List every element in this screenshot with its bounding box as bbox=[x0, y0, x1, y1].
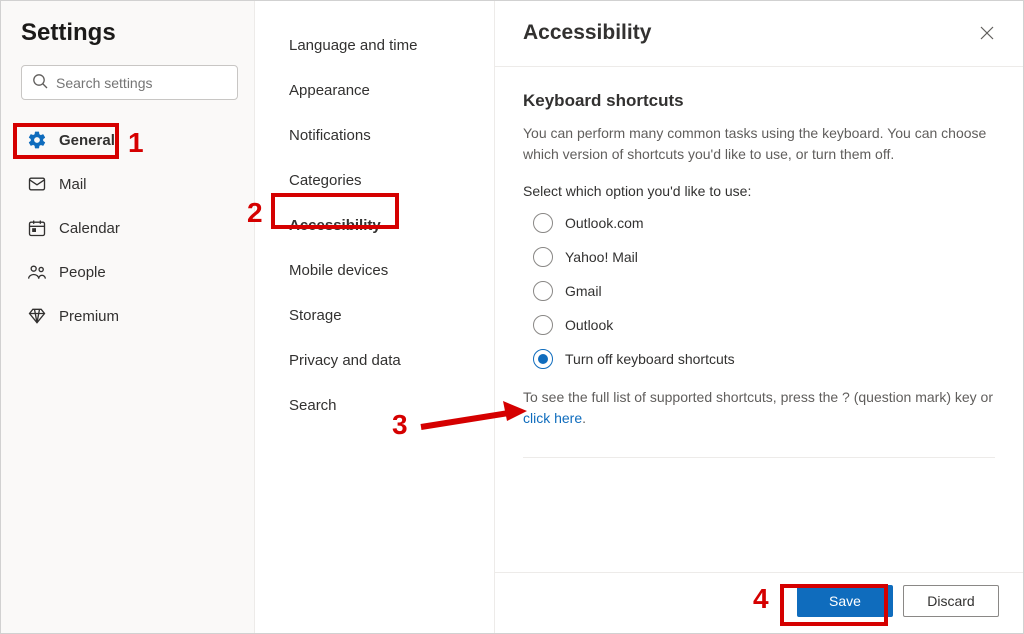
people-icon bbox=[27, 262, 47, 282]
submenu-notifications[interactable]: Notifications bbox=[255, 113, 494, 158]
search-icon bbox=[32, 73, 48, 92]
panel-title: Accessibility bbox=[523, 21, 651, 45]
nav-calendar[interactable]: Calendar bbox=[21, 210, 238, 246]
submenu-privacy[interactable]: Privacy and data bbox=[255, 338, 494, 383]
nav-label: General bbox=[59, 132, 115, 149]
radio-label: Outlook bbox=[565, 317, 613, 333]
discard-button[interactable]: Discard bbox=[903, 585, 999, 617]
radio-icon bbox=[533, 213, 553, 233]
radio-outlook[interactable]: Outlook bbox=[533, 315, 995, 335]
nav-label: Mail bbox=[59, 176, 87, 193]
submenu-mobile[interactable]: Mobile devices bbox=[255, 248, 494, 293]
nav-label: Premium bbox=[59, 308, 119, 325]
radio-label: Yahoo! Mail bbox=[565, 249, 638, 265]
detail-panel: Accessibility Keyboard shortcuts You can… bbox=[495, 1, 1023, 633]
nav-label: Calendar bbox=[59, 220, 120, 237]
help-prefix: To see the full list of supported shortc… bbox=[523, 389, 993, 405]
radio-icon bbox=[533, 315, 553, 335]
submenu: Language and time Appearance Notificatio… bbox=[255, 1, 495, 633]
help-text: To see the full list of supported shortc… bbox=[523, 387, 995, 429]
radio-yahoo[interactable]: Yahoo! Mail bbox=[533, 247, 995, 267]
radio-label: Outlook.com bbox=[565, 215, 644, 231]
submenu-storage[interactable]: Storage bbox=[255, 293, 494, 338]
search-input[interactable] bbox=[56, 75, 237, 91]
premium-icon bbox=[27, 306, 47, 326]
section-desc: You can perform many common tasks using … bbox=[523, 123, 995, 165]
radio-gmail[interactable]: Gmail bbox=[533, 281, 995, 301]
radio-icon bbox=[533, 281, 553, 301]
radio-prompt: Select which option you'd like to use: bbox=[523, 183, 995, 199]
calendar-icon bbox=[27, 218, 47, 238]
submenu-accessibility[interactable]: Accessibility bbox=[255, 203, 494, 248]
submenu-categories[interactable]: Categories bbox=[255, 158, 494, 203]
nav-general[interactable]: General bbox=[21, 122, 238, 158]
settings-sidebar: Settings General Mail Calendar bbox=[1, 1, 255, 633]
radio-icon bbox=[533, 247, 553, 267]
radio-outlook-com[interactable]: Outlook.com bbox=[533, 213, 995, 233]
close-button[interactable] bbox=[975, 21, 999, 48]
submenu-search[interactable]: Search bbox=[255, 383, 494, 428]
radio-turn-off[interactable]: Turn off keyboard shortcuts bbox=[533, 349, 995, 369]
settings-title: Settings bbox=[21, 19, 238, 47]
section-title: Keyboard shortcuts bbox=[523, 91, 995, 111]
gear-icon bbox=[27, 130, 47, 150]
save-button[interactable]: Save bbox=[797, 585, 893, 617]
radio-label: Turn off keyboard shortcuts bbox=[565, 351, 735, 367]
divider bbox=[523, 457, 995, 458]
search-container[interactable] bbox=[21, 65, 238, 100]
panel-footer: Save Discard bbox=[495, 572, 1023, 633]
submenu-language[interactable]: Language and time bbox=[255, 23, 494, 68]
submenu-appearance[interactable]: Appearance bbox=[255, 68, 494, 113]
help-link[interactable]: click here bbox=[523, 410, 582, 426]
mail-icon bbox=[27, 174, 47, 194]
help-suffix: . bbox=[582, 410, 586, 426]
nav-mail[interactable]: Mail bbox=[21, 166, 238, 202]
nav-label: People bbox=[59, 264, 106, 281]
close-icon bbox=[979, 28, 995, 44]
radio-icon bbox=[533, 349, 553, 369]
radio-label: Gmail bbox=[565, 283, 602, 299]
nav-premium[interactable]: Premium bbox=[21, 298, 238, 334]
nav-people[interactable]: People bbox=[21, 254, 238, 290]
